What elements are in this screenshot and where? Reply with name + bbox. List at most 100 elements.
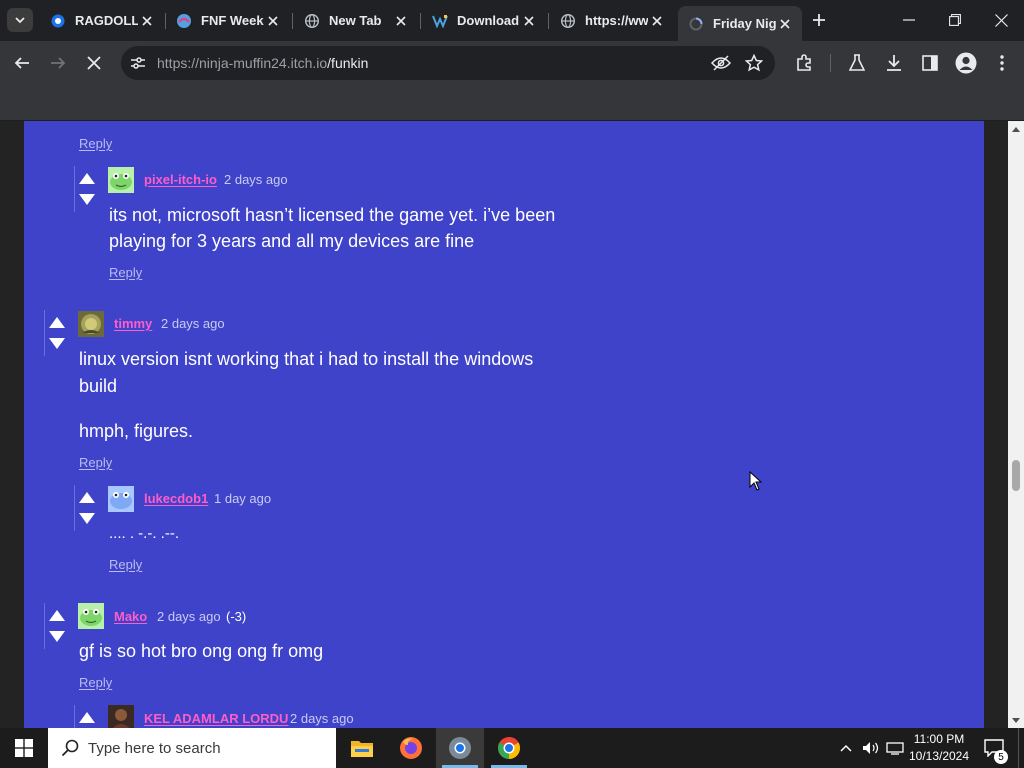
comment-time[interactable]: 2 days ago	[224, 172, 288, 187]
profile-avatar-icon[interactable]	[955, 52, 977, 74]
comments-column: Reply pixel-itch-io 2 days ago its not, …	[24, 121, 984, 728]
minimize-icon	[903, 19, 915, 21]
download-icon[interactable]	[883, 52, 905, 74]
reply-link[interactable]: Reply	[109, 557, 142, 572]
start-button[interactable]	[0, 728, 48, 768]
scroll-down-icon[interactable]	[1008, 712, 1024, 728]
address-bar[interactable]: https://ninja-muffin24.itch.io/funkin	[121, 46, 775, 80]
avatar[interactable]	[108, 705, 134, 728]
upvote-icon[interactable]	[48, 315, 66, 329]
mouse-cursor-icon	[749, 471, 762, 491]
clock-date: 10/13/2024	[908, 749, 970, 763]
comment-time[interactable]: 2 days ago	[157, 609, 221, 624]
comment-author[interactable]: Mako	[114, 609, 147, 624]
labs-flask-icon[interactable]	[846, 52, 868, 74]
reply-link[interactable]: Reply	[79, 136, 112, 151]
speaker-icon	[863, 742, 879, 754]
tab-fnf-week[interactable]: FNF Week	[166, 6, 290, 35]
site-info-icon[interactable]	[127, 52, 149, 74]
tab-new-tab[interactable]: New Tab	[294, 6, 418, 35]
comment-body-line: linux version isnt working that i had to…	[79, 349, 534, 369]
downvote-icon[interactable]	[48, 629, 66, 643]
minimize-button[interactable]	[886, 0, 932, 40]
tab-https[interactable]: https://ww	[550, 6, 674, 35]
reply-link[interactable]: Reply	[79, 675, 112, 690]
bookmark-star-icon[interactable]	[744, 53, 764, 73]
tab-title: FNF Week	[201, 13, 264, 28]
tab-search-button[interactable]	[7, 8, 33, 32]
close-icon[interactable]	[392, 12, 410, 30]
comment-time[interactable]: 1 day ago	[214, 491, 271, 506]
back-button[interactable]	[8, 49, 36, 77]
extensions-icon[interactable]	[793, 52, 815, 74]
avatar[interactable]	[108, 167, 134, 193]
upvote-icon[interactable]	[78, 710, 96, 724]
windows-logo-icon	[15, 739, 33, 757]
scroll-up-icon[interactable]	[1008, 121, 1024, 137]
notifications-button[interactable]: 5	[980, 728, 1008, 768]
tab-ragdoll[interactable]: RAGDOLL	[40, 6, 164, 35]
downvote-icon[interactable]	[78, 511, 96, 525]
close-icon[interactable]	[264, 12, 282, 30]
file-explorer-button[interactable]	[338, 728, 386, 768]
comment-author[interactable]: timmy	[114, 316, 152, 331]
restore-button[interactable]	[932, 0, 978, 40]
arrow-left-icon	[14, 57, 29, 69]
tab-download[interactable]: Download	[422, 6, 546, 35]
avatar[interactable]	[78, 311, 104, 337]
close-window-button[interactable]	[978, 0, 1024, 40]
scrollbar-thumb[interactable]	[1012, 460, 1020, 491]
upvote-icon[interactable]	[78, 490, 96, 504]
tab-title: Download	[457, 13, 520, 28]
taskbar-clock[interactable]: 11:00 PM 10/13/2024	[904, 731, 974, 765]
windows-taskbar: Type here to search 11:00 PM 10/13/2024 …	[0, 728, 1024, 768]
taskbar-search[interactable]: Type here to search	[48, 728, 336, 768]
new-tab-button[interactable]	[808, 9, 830, 31]
frog-avatar-icon	[78, 603, 104, 629]
show-hidden-icons-button[interactable]	[836, 728, 856, 768]
avatar[interactable]	[78, 603, 104, 629]
show-desktop-button[interactable]	[1018, 728, 1024, 768]
vote-controls	[74, 485, 98, 531]
comment-time[interactable]: 2 days ago	[161, 316, 225, 331]
comment-body-line: .... . -.-. .--.	[109, 525, 179, 542]
comment-author[interactable]: lukecdob1	[144, 491, 208, 506]
close-icon[interactable]	[138, 12, 156, 30]
comment-author[interactable]: KEL ADAMLAR LORDU	[144, 711, 288, 726]
chrome-button[interactable]	[485, 728, 533, 768]
close-icon[interactable]	[520, 12, 538, 30]
comment-body-line: hmph, figures.	[79, 421, 194, 441]
tab-friday-night[interactable]: Friday Nig	[678, 6, 802, 41]
comment-time[interactable]: 2 days ago	[290, 711, 354, 726]
stop-loading-button[interactable]	[80, 49, 108, 77]
avatar[interactable]	[108, 486, 134, 512]
vote-controls	[44, 603, 68, 649]
network-button[interactable]	[884, 728, 906, 768]
forward-button[interactable]	[44, 49, 72, 77]
firefox-button[interactable]	[387, 728, 435, 768]
downvote-icon[interactable]	[78, 192, 96, 206]
chrome-icon	[498, 737, 520, 759]
close-icon[interactable]	[648, 12, 666, 30]
chrome-button[interactable]	[436, 728, 484, 768]
tab-title: Friday Nig	[713, 16, 776, 31]
reply-link[interactable]: Reply	[109, 265, 142, 280]
search-placeholder: Type here to search	[88, 739, 221, 757]
loading-icon	[688, 16, 704, 32]
side-panel-icon[interactable]	[919, 52, 941, 74]
downvote-icon[interactable]	[48, 336, 66, 350]
upvote-icon[interactable]	[78, 171, 96, 185]
more-menu-icon[interactable]	[991, 52, 1013, 74]
comment-author[interactable]: pixel-itch-io	[144, 172, 217, 187]
reply-link[interactable]: Reply	[79, 455, 112, 470]
upvote-icon[interactable]	[48, 608, 66, 622]
eye-off-icon[interactable]	[711, 53, 731, 73]
comment-body-line: playing for 3 years and all my devices a…	[109, 231, 475, 251]
close-icon[interactable]	[776, 15, 794, 33]
volume-button[interactable]	[860, 728, 882, 768]
vote-controls	[74, 166, 98, 212]
tab-title: New Tab	[329, 13, 382, 28]
page-scrollbar[interactable]	[1008, 121, 1024, 728]
chevron-up-icon	[840, 744, 852, 752]
vote-controls	[44, 310, 68, 356]
